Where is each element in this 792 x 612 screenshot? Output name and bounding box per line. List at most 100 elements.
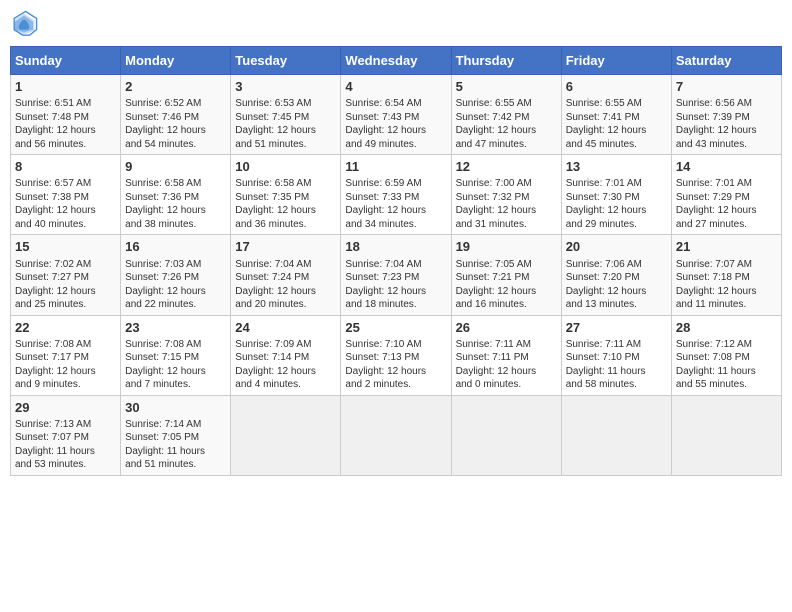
- day-number: 19: [456, 238, 557, 256]
- day-info: Sunrise: 6:55 AM Sunset: 7:41 PM Dayligh…: [566, 97, 667, 151]
- day-number: 14: [676, 158, 777, 176]
- calendar-cell: [561, 395, 671, 475]
- day-info: Sunrise: 7:10 AM Sunset: 7:13 PM Dayligh…: [345, 338, 446, 392]
- calendar-cell: 28Sunrise: 7:12 AM Sunset: 7:08 PM Dayli…: [671, 315, 781, 395]
- day-number: 8: [15, 158, 116, 176]
- calendar-cell: 23Sunrise: 7:08 AM Sunset: 7:15 PM Dayli…: [121, 315, 231, 395]
- calendar-cell: 6Sunrise: 6:55 AM Sunset: 7:41 PM Daylig…: [561, 75, 671, 155]
- day-number: 16: [125, 238, 226, 256]
- calendar-cell: [341, 395, 451, 475]
- calendar-cell: 13Sunrise: 7:01 AM Sunset: 7:30 PM Dayli…: [561, 155, 671, 235]
- calendar-cell: 9Sunrise: 6:58 AM Sunset: 7:36 PM Daylig…: [121, 155, 231, 235]
- logo: [10, 10, 40, 38]
- day-info: Sunrise: 7:11 AM Sunset: 7:11 PM Dayligh…: [456, 338, 557, 392]
- day-number: 9: [125, 158, 226, 176]
- calendar-cell: 4Sunrise: 6:54 AM Sunset: 7:43 PM Daylig…: [341, 75, 451, 155]
- day-info: Sunrise: 6:52 AM Sunset: 7:46 PM Dayligh…: [125, 97, 226, 151]
- calendar-cell: 5Sunrise: 6:55 AM Sunset: 7:42 PM Daylig…: [451, 75, 561, 155]
- calendar-header-row: Sunday Monday Tuesday Wednesday Thursday…: [11, 47, 782, 75]
- day-info: Sunrise: 7:03 AM Sunset: 7:26 PM Dayligh…: [125, 258, 226, 312]
- calendar-week-4: 29Sunrise: 7:13 AM Sunset: 7:07 PM Dayli…: [11, 395, 782, 475]
- day-number: 12: [456, 158, 557, 176]
- header-tuesday: Tuesday: [231, 47, 341, 75]
- calendar: Sunday Monday Tuesday Wednesday Thursday…: [10, 46, 782, 476]
- day-info: Sunrise: 6:53 AM Sunset: 7:45 PM Dayligh…: [235, 97, 336, 151]
- calendar-cell: 25Sunrise: 7:10 AM Sunset: 7:13 PM Dayli…: [341, 315, 451, 395]
- header-wednesday: Wednesday: [341, 47, 451, 75]
- calendar-week-2: 15 Sunrise: 7:02 AM Sunset: 7:27 PM Dayli…: [11, 235, 782, 315]
- day-number: 28: [676, 319, 777, 337]
- calendar-cell: 30Sunrise: 7:14 AM Sunset: 7:05 PM Dayli…: [121, 395, 231, 475]
- day-info: Sunrise: 7:12 AM Sunset: 7:08 PM Dayligh…: [676, 338, 777, 392]
- calendar-cell: 10Sunrise: 6:58 AM Sunset: 7:35 PM Dayli…: [231, 155, 341, 235]
- header-sunday: Sunday: [11, 47, 121, 75]
- day-info: Sunrise: 6:59 AM Sunset: 7:33 PM Dayligh…: [345, 177, 446, 231]
- day-info: Sunrise: 7:14 AM Sunset: 7:05 PM Dayligh…: [125, 418, 226, 472]
- calendar-cell: 12Sunrise: 7:00 AM Sunset: 7:32 PM Dayli…: [451, 155, 561, 235]
- day-number: 3: [235, 78, 336, 96]
- day-info: Sunrise: 7:13 AM Sunset: 7:07 PM Dayligh…: [15, 418, 116, 472]
- calendar-cell: 19 Sunrise: 7:05 AM Sunset: 7:21 PM Dayli…: [451, 235, 561, 315]
- calendar-cell: 27Sunrise: 7:11 AM Sunset: 7:10 PM Dayli…: [561, 315, 671, 395]
- day-number: 22: [15, 319, 116, 337]
- day-number: 24: [235, 319, 336, 337]
- calendar-cell: 7Sunrise: 6:56 AM Sunset: 7:39 PM Daylig…: [671, 75, 781, 155]
- day-info: Sunrise: 7:00 AM Sunset: 7:32 PM Dayligh…: [456, 177, 557, 231]
- day-info: Sunrise: 7:11 AM Sunset: 7:10 PM Dayligh…: [566, 338, 667, 392]
- calendar-cell: 29Sunrise: 7:13 AM Sunset: 7:07 PM Dayli…: [11, 395, 121, 475]
- day-info: Sunrise: 7:02 AM Sunset: 7:27 PM Dayligh…: [15, 258, 116, 312]
- day-info: Sunrise: 7:01 AM Sunset: 7:30 PM Dayligh…: [566, 177, 667, 231]
- day-info: Sunrise: 6:56 AM Sunset: 7:39 PM Dayligh…: [676, 97, 777, 151]
- calendar-cell: 18 Sunrise: 7:04 AM Sunset: 7:23 PM Dayli…: [341, 235, 451, 315]
- logo-icon: [10, 10, 38, 38]
- calendar-cell: 24Sunrise: 7:09 AM Sunset: 7:14 PM Dayli…: [231, 315, 341, 395]
- calendar-cell: 1Sunrise: 6:51 AM Sunset: 7:48 PM Daylig…: [11, 75, 121, 155]
- day-info: Sunrise: 6:57 AM Sunset: 7:38 PM Dayligh…: [15, 177, 116, 231]
- day-number: 30: [125, 399, 226, 417]
- day-number: 29: [15, 399, 116, 417]
- day-info: Sunrise: 7:08 AM Sunset: 7:15 PM Dayligh…: [125, 338, 226, 392]
- day-info: Sunrise: 7:05 AM Sunset: 7:21 PM Dayligh…: [456, 258, 557, 312]
- calendar-cell: [451, 395, 561, 475]
- header-friday: Friday: [561, 47, 671, 75]
- calendar-week-3: 22Sunrise: 7:08 AM Sunset: 7:17 PM Dayli…: [11, 315, 782, 395]
- calendar-cell: 16 Sunrise: 7:03 AM Sunset: 7:26 PM Dayli…: [121, 235, 231, 315]
- calendar-cell: 20Sunrise: 7:06 AM Sunset: 7:20 PM Dayli…: [561, 235, 671, 315]
- day-info: Sunrise: 7:01 AM Sunset: 7:29 PM Dayligh…: [676, 177, 777, 231]
- header-monday: Monday: [121, 47, 231, 75]
- day-info: Sunrise: 6:58 AM Sunset: 7:35 PM Dayligh…: [235, 177, 336, 231]
- day-info: Sunrise: 6:55 AM Sunset: 7:42 PM Dayligh…: [456, 97, 557, 151]
- header-saturday: Saturday: [671, 47, 781, 75]
- day-info: Sunrise: 7:04 AM Sunset: 7:24 PM Dayligh…: [235, 258, 336, 312]
- day-info: Sunrise: 7:08 AM Sunset: 7:17 PM Dayligh…: [15, 338, 116, 392]
- calendar-cell: 17 Sunrise: 7:04 AM Sunset: 7:24 PM Dayli…: [231, 235, 341, 315]
- day-number: 2: [125, 78, 226, 96]
- day-info: Sunrise: 6:58 AM Sunset: 7:36 PM Dayligh…: [125, 177, 226, 231]
- day-number: 18: [345, 238, 446, 256]
- day-number: 13: [566, 158, 667, 176]
- calendar-cell: 11Sunrise: 6:59 AM Sunset: 7:33 PM Dayli…: [341, 155, 451, 235]
- calendar-cell: 15 Sunrise: 7:02 AM Sunset: 7:27 PM Dayli…: [11, 235, 121, 315]
- day-number: 11: [345, 158, 446, 176]
- calendar-cell: [671, 395, 781, 475]
- day-number: 17: [235, 238, 336, 256]
- day-number: 27: [566, 319, 667, 337]
- calendar-cell: 3Sunrise: 6:53 AM Sunset: 7:45 PM Daylig…: [231, 75, 341, 155]
- calendar-cell: 14Sunrise: 7:01 AM Sunset: 7:29 PM Dayli…: [671, 155, 781, 235]
- day-number: 20: [566, 238, 667, 256]
- day-number: 15: [15, 238, 116, 256]
- day-number: 25: [345, 319, 446, 337]
- calendar-cell: 22Sunrise: 7:08 AM Sunset: 7:17 PM Dayli…: [11, 315, 121, 395]
- day-number: 10: [235, 158, 336, 176]
- calendar-cell: 26Sunrise: 7:11 AM Sunset: 7:11 PM Dayli…: [451, 315, 561, 395]
- day-number: 23: [125, 319, 226, 337]
- day-info: Sunrise: 7:07 AM Sunset: 7:18 PM Dayligh…: [676, 258, 777, 312]
- day-number: 4: [345, 78, 446, 96]
- day-info: Sunrise: 6:54 AM Sunset: 7:43 PM Dayligh…: [345, 97, 446, 151]
- day-info: Sunrise: 7:04 AM Sunset: 7:23 PM Dayligh…: [345, 258, 446, 312]
- day-number: 6: [566, 78, 667, 96]
- header: [10, 10, 782, 38]
- calendar-week-1: 8Sunrise: 6:57 AM Sunset: 7:38 PM Daylig…: [11, 155, 782, 235]
- calendar-cell: 8Sunrise: 6:57 AM Sunset: 7:38 PM Daylig…: [11, 155, 121, 235]
- day-info: Sunrise: 7:09 AM Sunset: 7:14 PM Dayligh…: [235, 338, 336, 392]
